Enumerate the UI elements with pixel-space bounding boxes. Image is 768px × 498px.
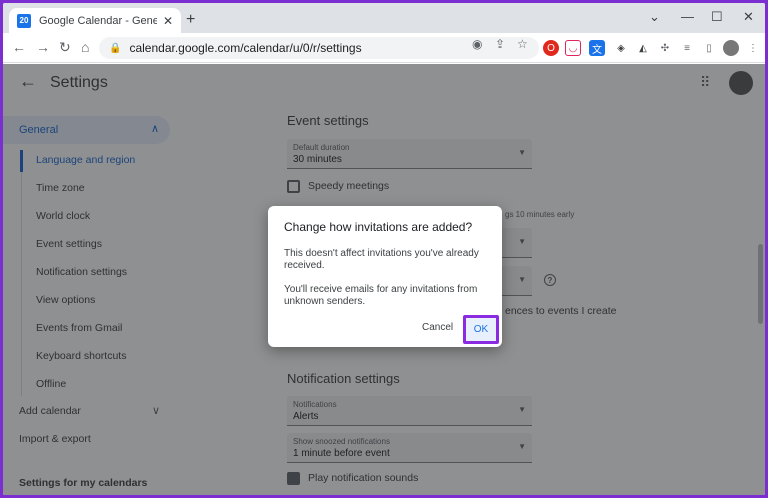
opera-extension-icon[interactable]: O xyxy=(543,40,559,56)
profile-avatar-icon[interactable] xyxy=(723,40,739,56)
url-text: calendar.google.com/calendar/u/0/r/setti… xyxy=(129,41,362,55)
more-options-icon[interactable]: ⋮ xyxy=(745,40,761,56)
browser-toolbar: ← → ↻ ⌂ 🔒 calendar.google.com/calendar/u… xyxy=(3,33,765,63)
puzzle-extensions-icon[interactable]: ✣ xyxy=(657,40,673,56)
browser-window: 20 Google Calendar - General settin ✕ + … xyxy=(3,3,765,495)
ok-button[interactable]: OK xyxy=(463,315,499,344)
calendar-favicon-icon: 20 xyxy=(17,13,31,28)
incognito-extension-icon[interactable]: ◈ xyxy=(613,40,629,56)
side-panel-icon[interactable]: ▯ xyxy=(701,40,717,56)
close-window-icon[interactable]: ✕ xyxy=(743,9,754,25)
maximize-icon[interactable]: ☐ xyxy=(711,9,723,25)
reload-icon[interactable]: ↻ xyxy=(59,39,71,56)
dialog-paragraph-2: You'll receive emails for any invitation… xyxy=(284,284,478,307)
reading-list-icon[interactable]: ≡ xyxy=(679,40,695,56)
translate-extension-icon[interactable]: 文 xyxy=(589,40,605,56)
chevron-down-icon[interactable]: ⌄ xyxy=(649,9,660,25)
tab-title: Google Calendar - General settin xyxy=(39,14,157,27)
tab-strip: 20 Google Calendar - General settin ✕ + … xyxy=(3,3,765,33)
forward-icon[interactable]: → xyxy=(36,39,50,55)
new-tab-icon[interactable]: + xyxy=(186,11,195,29)
browser-tab[interactable]: 20 Google Calendar - General settin ✕ xyxy=(9,8,181,33)
close-tab-icon[interactable]: ✕ xyxy=(163,14,173,28)
share-icon[interactable]: ⇪ xyxy=(495,37,505,51)
eye-icon[interactable]: ◉ xyxy=(472,37,482,51)
home-icon[interactable]: ⌂ xyxy=(81,39,89,55)
change-invitations-dialog: Change how invitations are added? This d… xyxy=(268,206,502,347)
pocket-extension-icon[interactable]: ◡ xyxy=(565,40,581,56)
dialog-paragraph-1: This doesn't affect invitations you've a… xyxy=(284,248,479,271)
lock-icon: 🔒 xyxy=(109,42,122,54)
back-icon[interactable]: ← xyxy=(12,39,26,55)
minimize-icon[interactable]: — xyxy=(681,9,694,24)
dialog-title: Change how invitations are added? xyxy=(284,220,473,234)
star-icon[interactable]: ☆ xyxy=(517,37,528,51)
cancel-button[interactable]: Cancel xyxy=(422,322,453,333)
paper-plane-extension-icon[interactable]: ◭ xyxy=(635,40,651,56)
